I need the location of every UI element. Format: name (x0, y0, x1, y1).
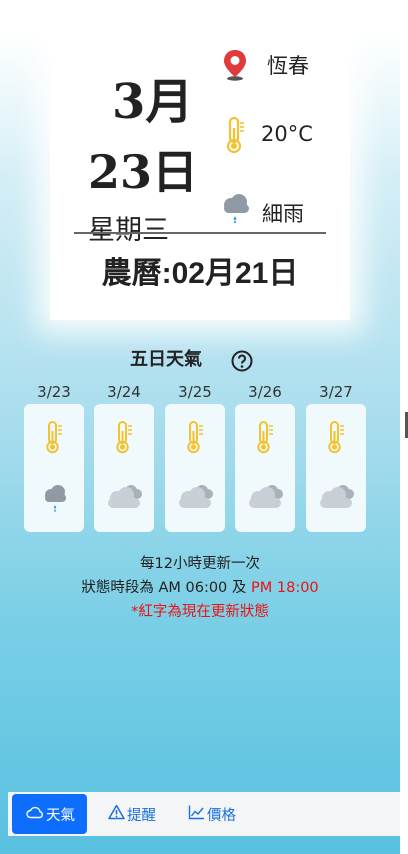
tab-price-label: 價格 (207, 807, 236, 824)
forecast-date: 3/25 (178, 383, 212, 401)
forecast-date: 3/24 (107, 383, 141, 401)
forecast-card (306, 404, 366, 532)
tab-weather[interactable]: 天氣 (12, 794, 87, 834)
cloudy-icon (105, 482, 145, 516)
thermometer-icon (113, 420, 135, 458)
schedule-pm: PM 18:00 (251, 580, 319, 596)
map-pin-icon (222, 48, 248, 86)
cloudy-icon (246, 482, 286, 516)
tab-reminder-label: 提醒 (127, 807, 156, 824)
condition-label: 細雨 (262, 202, 304, 226)
forecast-day: 3/25 (165, 370, 225, 532)
location-label: 恆春 (267, 54, 309, 78)
forecast-card (94, 404, 154, 532)
bottom-nav: 天氣 提醒 價格 (8, 792, 400, 836)
forecast-card (235, 404, 295, 532)
schedule-prefix: 狀態時段為 (81, 580, 159, 596)
weekday-label: 星期三 (88, 215, 169, 246)
forecast-card (24, 404, 84, 532)
schedule-note: 狀態時段為 AM 06:00 及 PM 18:00 (0, 576, 400, 597)
rain-cloud-icon (41, 484, 69, 518)
rain-cloud-icon (219, 192, 253, 228)
schedule-am: AM 06:00 (158, 580, 228, 596)
update-frequency-note: 每12小時更新一次 (140, 556, 260, 572)
temperature-label: 20°C (261, 122, 313, 146)
divider (74, 232, 326, 234)
forecast-day: 3/26 (235, 370, 295, 532)
today-card: 3月 23日 星期三 農曆:02月21日 恆春 20°C 細雨 (50, 20, 350, 320)
thermometer-icon (224, 116, 246, 158)
forecast-date: 3/27 (319, 383, 353, 401)
forecast-day: 3/24 (94, 370, 154, 532)
current-status-note: *紅字為現在更新狀態 (131, 604, 269, 620)
lunar-date: 農曆:02月21日 (101, 257, 299, 290)
forecast-title: 五日天氣 (130, 349, 202, 370)
forecast-date: 3/23 (37, 383, 71, 401)
cloudy-icon (176, 482, 216, 516)
forecast-date: 3/26 (248, 383, 282, 401)
forecast-card (165, 404, 225, 532)
thermometer-icon (325, 420, 347, 458)
warning-triangle-icon (108, 804, 127, 824)
schedule-and: 及 (227, 580, 251, 596)
forecast-day: 3/27 (306, 370, 366, 532)
tab-reminder[interactable]: 提醒 (108, 794, 156, 834)
cloud-icon (26, 805, 46, 823)
thermometer-icon (43, 420, 65, 458)
cloudy-icon (317, 482, 357, 516)
thermometer-icon (254, 420, 276, 458)
tab-price[interactable]: 價格 (188, 794, 236, 834)
tab-weather-label: 天氣 (46, 807, 75, 824)
line-chart-icon (188, 804, 207, 824)
thermometer-icon (184, 420, 206, 458)
forecast-day: 3/23 (24, 370, 84, 532)
day-label: 23日 (88, 145, 199, 199)
